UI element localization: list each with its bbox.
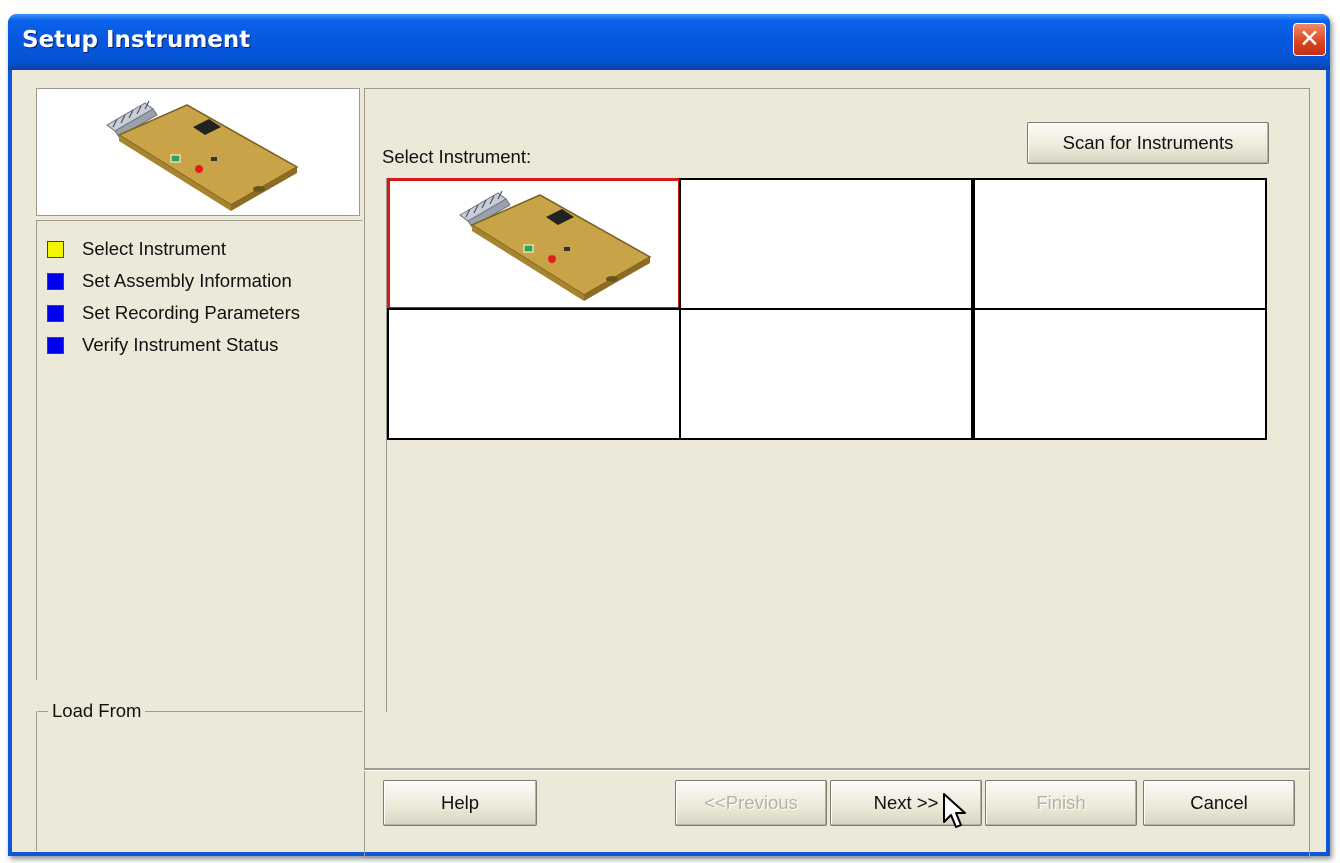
- help-button-label: Help: [440, 792, 480, 813]
- title-bar[interactable]: Setup Instrument ✕: [8, 14, 1330, 70]
- help-button[interactable]: Help: [383, 780, 537, 826]
- step-status-indicator: [47, 336, 64, 354]
- instrument-slot-5[interactable]: [679, 308, 973, 440]
- step-status-indicator: [47, 272, 64, 290]
- instrument-slot-3[interactable]: [973, 178, 1267, 310]
- select-instrument-label: Select Instrument:: [382, 146, 532, 167]
- step-set-recording-parameters: Set Recording Parameters: [47, 299, 300, 327]
- finish-button-label: Finish: [1036, 792, 1086, 813]
- step-status-indicator: [47, 240, 64, 258]
- step-status-indicator: [47, 304, 64, 322]
- dialog-body: Select Instrument Set Assembly Informati…: [12, 70, 1326, 858]
- steps-panel: Select Instrument Set Assembly Informati…: [36, 220, 362, 680]
- setup-instrument-dialog: Setup Instrument ✕ Select Instrument Set…: [8, 14, 1330, 858]
- cancel-button[interactable]: Cancel: [1143, 780, 1295, 826]
- step-verify-instrument-status: Verify Instrument Status: [47, 331, 278, 359]
- step-label: Verify Instrument Status: [82, 334, 279, 355]
- window-title: Setup Instrument: [22, 27, 251, 53]
- instrument-grid-area: [386, 178, 1277, 712]
- instrument-preview: [36, 88, 360, 216]
- button-bar-divider: [364, 768, 1310, 771]
- step-select-instrument: Select Instrument: [47, 235, 226, 263]
- step-label: Select Instrument: [82, 238, 226, 259]
- next-button[interactable]: Next >>: [830, 780, 982, 826]
- cancel-button-label: Cancel: [1190, 792, 1248, 813]
- previous-button[interactable]: <<Previous: [675, 780, 827, 826]
- scan-for-instruments-button[interactable]: Scan for Instruments: [1027, 122, 1269, 164]
- instrument-board-image: [106, 100, 299, 211]
- step-label: Set Recording Parameters: [82, 302, 300, 323]
- instrument-slot-6[interactable]: [973, 308, 1267, 440]
- load-from-label: Load From: [48, 700, 146, 722]
- load-from-groupbox-border: [36, 711, 37, 851]
- step-label: Set Assembly Information: [82, 270, 292, 291]
- previous-button-label: <<Previous: [704, 792, 798, 813]
- instrument-board-image: [459, 190, 652, 301]
- instrument-slot-1[interactable]: [387, 178, 681, 310]
- next-button-label: Next >>: [873, 792, 939, 813]
- instrument-slot-4[interactable]: [387, 308, 681, 440]
- finish-button[interactable]: Finish: [985, 780, 1137, 826]
- scan-button-label: Scan for Instruments: [1062, 132, 1234, 153]
- instrument-slot-2[interactable]: [679, 178, 973, 310]
- step-set-assembly-information: Set Assembly Information: [47, 267, 292, 295]
- close-button[interactable]: ✕: [1293, 23, 1326, 56]
